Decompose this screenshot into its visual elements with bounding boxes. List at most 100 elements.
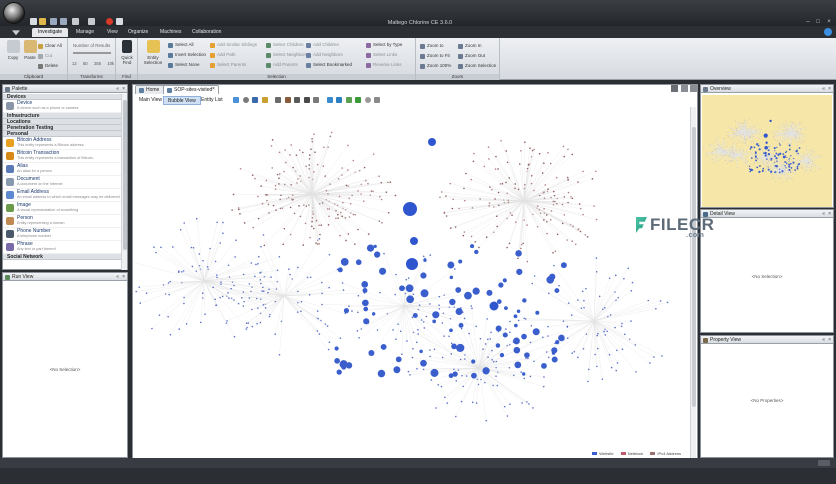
selection-item-add-neighbors[interactable]: Add Neighbors xyxy=(306,52,343,58)
save-icon[interactable] xyxy=(50,18,57,25)
selection-item-select-by-type[interactable]: Select by Type xyxy=(366,42,402,48)
tree-icon[interactable] xyxy=(294,97,300,103)
tick-12[interactable]: 12 xyxy=(72,61,77,66)
window-maximize-icon[interactable] xyxy=(690,85,697,92)
hierarchy-icon[interactable] xyxy=(275,97,281,103)
undo-icon[interactable] xyxy=(72,18,79,25)
stop-icon[interactable] xyxy=(106,18,113,25)
main-view-tab[interactable]: Main View xyxy=(135,96,166,105)
entity-selection-button[interactable]: Entity Selection xyxy=(141,40,165,70)
minimize-icon[interactable]: – xyxy=(804,19,812,25)
panel-minimize-icon[interactable]: « xyxy=(822,85,825,93)
interactive-icon[interactable] xyxy=(326,97,333,103)
panel-close-icon[interactable]: × xyxy=(828,210,831,218)
selection-item-invert-selection[interactable]: Invert Selection xyxy=(168,52,206,58)
tab-home[interactable]: Home xyxy=(135,85,167,94)
palette-entity[interactable]: Image A visual representation of somethin… xyxy=(3,202,122,215)
results-slider-track[interactable] xyxy=(73,52,111,54)
bubble-view-tab[interactable]: Bubble View xyxy=(163,96,201,105)
panel-minimize-icon[interactable]: « xyxy=(116,85,119,93)
status-resize-icon[interactable] xyxy=(818,460,830,466)
tick-50[interactable]: 50 xyxy=(83,61,88,66)
tab-collaboration[interactable]: Collaboration xyxy=(186,28,227,37)
selection-item-select-parents[interactable]: Select Parents xyxy=(210,62,246,68)
palette-entity[interactable]: Bitcoin Address This entity represents a … xyxy=(3,137,122,150)
clear-all-button[interactable]: Clear All xyxy=(38,43,62,49)
delete-button[interactable]: Delete xyxy=(38,63,58,69)
new-icon[interactable] xyxy=(30,18,37,25)
app-menu-orb[interactable] xyxy=(3,2,25,24)
zoom-to-fit-button[interactable]: Zoom to Fit xyxy=(420,53,450,59)
circle-icon[interactable] xyxy=(242,97,249,103)
overview-minimap[interactable] xyxy=(702,95,832,207)
save-as-icon[interactable] xyxy=(60,18,67,25)
panel-minimize-icon[interactable]: « xyxy=(116,273,119,281)
organic-icon[interactable] xyxy=(313,97,319,103)
panel-close-icon[interactable]: × xyxy=(828,336,831,344)
tab-close-icon[interactable]: × xyxy=(212,86,215,92)
palette-entity[interactable]: Phrase Any text or part thereof xyxy=(3,241,122,254)
tab-machines[interactable]: Machines xyxy=(154,28,187,37)
graph-scrollbar[interactable] xyxy=(690,107,696,459)
zoom-selection-button[interactable]: Zoom Selection xyxy=(458,63,496,69)
category-social-network[interactable]: Social Network xyxy=(3,254,122,260)
palette-entity[interactable]: Document A document on the Internet xyxy=(3,176,122,189)
link-icon[interactable] xyxy=(355,97,361,103)
selection-item-add-children[interactable]: Add Children xyxy=(306,42,339,48)
zoom-100-button[interactable]: Zoom 100% xyxy=(420,63,451,69)
dropdown-icon[interactable] xyxy=(374,97,380,103)
tab-manage[interactable]: Manage xyxy=(70,28,100,37)
tab-list-icon[interactable] xyxy=(671,85,678,92)
graph-canvas[interactable]: Website Netblock IPv4 Address xyxy=(134,106,691,460)
selection-item-add-path[interactable]: Add Path xyxy=(210,52,236,58)
freeze-icon[interactable] xyxy=(345,97,352,103)
quick-find-button[interactable]: Quick Find xyxy=(117,40,137,70)
zoom-to-button[interactable]: Zoom to xyxy=(420,43,444,49)
panel-minimize-icon[interactable]: « xyxy=(822,336,825,344)
maximize-icon[interactable]: □ xyxy=(814,19,822,25)
tab-view[interactable]: View xyxy=(101,28,124,37)
lock-icon[interactable] xyxy=(261,97,268,103)
menu-dropdown-icon[interactable] xyxy=(12,30,20,36)
selection-item-add-similar-siblings[interactable]: Add Similar Siblings xyxy=(210,42,257,48)
panel-close-icon[interactable]: × xyxy=(122,273,125,281)
redo-icon[interactable] xyxy=(88,18,95,25)
close-icon[interactable]: × xyxy=(825,19,833,25)
open-icon[interactable] xyxy=(39,18,46,25)
tick-10k[interactable]: 10k xyxy=(107,61,114,66)
tick-255[interactable]: 255 xyxy=(94,61,101,66)
selection-item-select-all[interactable]: Select All xyxy=(168,42,194,48)
selection-item-select-none[interactable]: Select None xyxy=(168,62,200,68)
tab-sop-sites-visited[interactable]: SOP-sites-visited xyxy=(163,85,220,94)
bubble-icon[interactable] xyxy=(336,97,342,103)
centrality-icon[interactable] xyxy=(303,97,310,103)
palette-entity[interactable]: Bitcoin Transaction This entity represent… xyxy=(3,150,122,163)
selection-item-select-bookmarked[interactable]: Select Bookmarked xyxy=(306,62,352,68)
block-icon[interactable] xyxy=(252,97,258,103)
palette-entity[interactable]: Phone Number A telephone number xyxy=(3,228,122,241)
quick-access-dropdown-icon[interactable] xyxy=(116,18,123,25)
layout-icon[interactable] xyxy=(233,97,239,103)
selection-item-select-children[interactable]: Select Children xyxy=(266,42,304,48)
org-chart-icon[interactable] xyxy=(284,97,291,103)
selection-item-reverse-links[interactable]: Reverse Links xyxy=(366,62,402,68)
palette-entity[interactable]: Person Entity representing a human xyxy=(3,215,122,228)
cut-button[interactable]: Cut xyxy=(38,53,52,59)
panel-minimize-icon[interactable]: « xyxy=(822,210,825,218)
window-restore-icon[interactable] xyxy=(681,85,688,92)
palette-scrollbar[interactable] xyxy=(121,94,127,270)
zoom-out-button[interactable]: Zoom Out xyxy=(458,53,485,59)
panel-close-icon[interactable]: × xyxy=(122,85,125,93)
entity-list-tab[interactable]: Entity List xyxy=(197,96,227,105)
panel-close-icon[interactable]: × xyxy=(828,85,831,93)
selection-item-select-links[interactable]: Select Links xyxy=(366,52,397,58)
palette-entity[interactable]: Device A device such as a phone or camera xyxy=(3,100,122,113)
zoom-in-button[interactable]: Zoom In xyxy=(458,43,482,49)
tab-organize[interactable]: Organize xyxy=(122,28,154,37)
palette-entity[interactable]: Alias An alias for a person xyxy=(3,163,122,176)
selection-item-select-neighbors[interactable]: Select Neighbors xyxy=(266,52,307,58)
palette-entity[interactable]: Email Address An email address to which e… xyxy=(3,189,122,202)
help-icon[interactable] xyxy=(824,28,832,36)
paste-button[interactable]: Paste xyxy=(20,40,40,70)
tab-investigate[interactable]: Investigate xyxy=(32,28,69,37)
